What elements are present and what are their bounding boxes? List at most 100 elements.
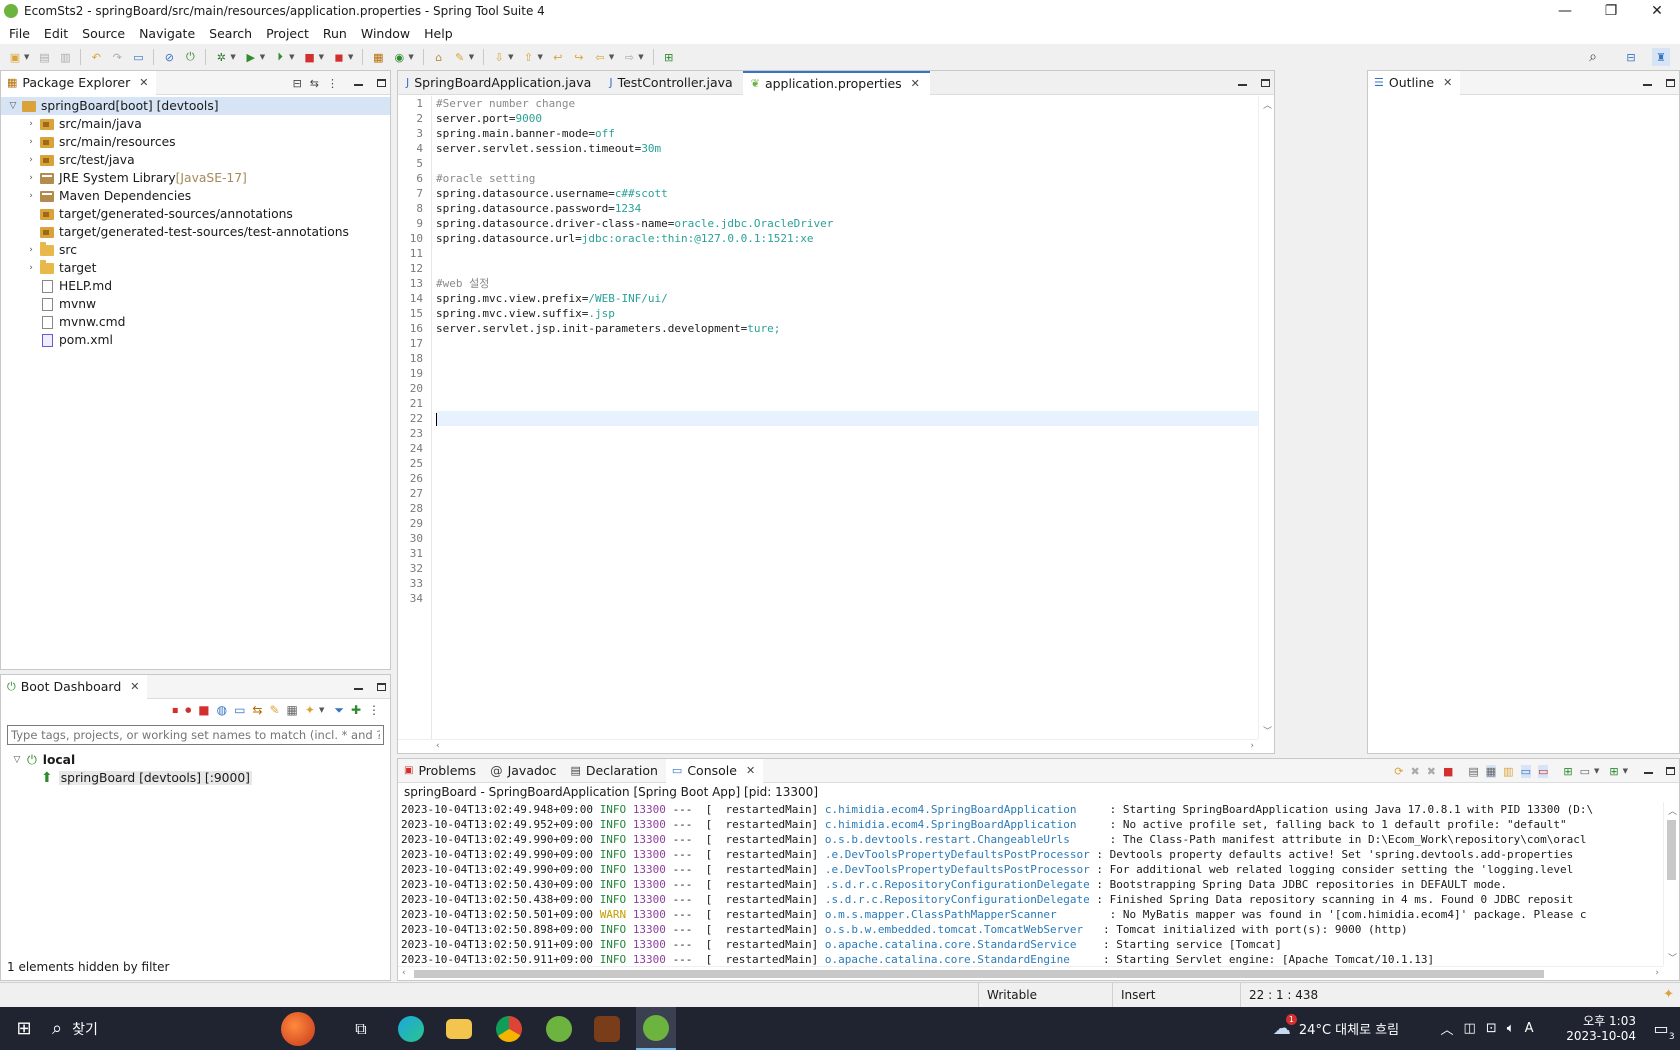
word-wrap-icon[interactable]: ▥ xyxy=(1503,765,1513,778)
tree-item[interactable]: pom.xml xyxy=(1,331,390,349)
code-line[interactable]: server.servlet.session.timeout=30m xyxy=(436,141,1258,156)
code-line[interactable]: spring.main.banner-mode=off xyxy=(436,126,1258,141)
tree-item[interactable]: mvnw xyxy=(1,295,390,313)
save-all-icon[interactable]: ▥ xyxy=(56,48,74,66)
code-line[interactable] xyxy=(436,261,1258,276)
console-vertical-scrollbar[interactable]: ︿ ﹀ xyxy=(1663,802,1679,966)
code-line[interactable] xyxy=(436,501,1258,516)
menu-search[interactable]: Search xyxy=(202,26,259,41)
tree-item[interactable]: › src/main/resources xyxy=(1,133,390,151)
code-line[interactable]: server.port=9000 xyxy=(436,111,1258,126)
view-menu-icon[interactable]: ⋮ xyxy=(368,703,380,717)
code-line[interactable] xyxy=(436,441,1258,456)
open-perspective-icon[interactable]: ⊟ xyxy=(1622,48,1640,66)
notification-center[interactable]: ▭ 3 xyxy=(1644,1007,1678,1050)
dropdown-arrow-icon[interactable]: ▼ xyxy=(408,53,413,61)
dropdown-arrow-icon[interactable]: ▼ xyxy=(508,53,513,61)
terminate-remove-icon[interactable]: ✖ xyxy=(1411,765,1420,778)
code-line[interactable]: server.servlet.jsp.init-parameters.devel… xyxy=(436,321,1258,336)
tree-item[interactable]: › src xyxy=(1,241,390,259)
code-line[interactable]: spring.datasource.username=c##scott xyxy=(436,186,1258,201)
boot-app-row[interactable]: ⬆ springBoard [devtools] [:9000] xyxy=(1,769,390,787)
close-icon[interactable]: ✕ xyxy=(911,77,920,90)
properties-icon[interactable]: ▦ xyxy=(287,703,298,717)
code-line[interactable] xyxy=(436,516,1258,531)
scroll-up-icon[interactable]: ︿ xyxy=(1263,98,1272,111)
close-icon[interactable]: ✕ xyxy=(746,764,755,777)
boot-filter-input[interactable] xyxy=(7,725,384,745)
tab-declaration[interactable]: ▤ Declaration xyxy=(564,759,665,783)
code-line[interactable] xyxy=(436,576,1258,591)
code-area[interactable]: #Server number change server.port=9000 spr… xyxy=(436,96,1258,739)
dropdown-arrow-icon[interactable]: ▼ xyxy=(319,706,324,714)
stop-icon[interactable]: ■ xyxy=(301,48,319,66)
tree-item[interactable]: › src/test/java xyxy=(1,151,390,169)
save-icon[interactable]: ▤ xyxy=(35,48,53,66)
code-line[interactable] xyxy=(436,456,1258,471)
code-line[interactable]: spring.mvc.view.prefix=/WEB-INF/ui/ xyxy=(436,291,1258,306)
run-icon[interactable]: ▶ xyxy=(242,48,260,66)
minimize-icon[interactable] xyxy=(1644,772,1653,774)
chevron-down-icon[interactable]: ▽ xyxy=(7,101,19,111)
scroll-right-icon[interactable]: › xyxy=(1655,968,1659,978)
pin-console-icon[interactable]: ⊞ xyxy=(1563,765,1572,778)
code-line[interactable] xyxy=(436,486,1258,501)
open-console-icon[interactable]: ▭ xyxy=(234,703,245,717)
taskbar-game[interactable] xyxy=(592,1007,622,1050)
scroll-left-icon[interactable]: ‹ xyxy=(436,741,440,751)
skip-breakpoints-icon[interactable]: ⊘ xyxy=(160,48,178,66)
tab-application-properties[interactable]: ❦ application.properties ✕ xyxy=(742,70,930,95)
pin-editor-icon[interactable]: ⊞ xyxy=(660,48,678,66)
code-line[interactable] xyxy=(436,546,1258,561)
tree-item[interactable]: target/generated-sources/annotations xyxy=(1,205,390,223)
network-icon[interactable]: ⊡ xyxy=(1486,1021,1497,1036)
forward-icon[interactable]: ⇨ xyxy=(620,48,638,66)
code-line[interactable] xyxy=(436,411,1258,426)
dropdown-arrow-icon[interactable]: ▼ xyxy=(24,53,29,61)
menu-run[interactable]: Run xyxy=(316,26,354,41)
redo-icon[interactable]: ↷ xyxy=(108,48,126,66)
tree-item[interactable]: › src/main/java xyxy=(1,115,390,133)
tab-problems[interactable]: ▣ Problems xyxy=(398,759,484,783)
terminal-icon[interactable]: ▭ xyxy=(129,48,147,66)
scroll-thumb[interactable] xyxy=(1667,820,1676,880)
task-view-button[interactable]: ⧉ xyxy=(346,1007,376,1050)
tree-item[interactable]: ▽ springBoard [boot] [devtools] xyxy=(1,97,390,115)
code-line[interactable] xyxy=(436,426,1258,441)
new-package-icon[interactable]: ▦ xyxy=(369,48,387,66)
chevron-right-icon[interactable]: › xyxy=(25,191,37,201)
chevron-right-icon[interactable]: › xyxy=(25,155,37,165)
undo-icon[interactable]: ↶ xyxy=(87,48,105,66)
dropdown-arrow-icon[interactable]: ▼ xyxy=(348,53,353,61)
console-horizontal-scrollbar[interactable]: ‹ › xyxy=(398,966,1663,980)
code-line[interactable] xyxy=(436,561,1258,576)
tree-item[interactable]: › Maven Dependencies xyxy=(1,187,390,205)
menu-navigate[interactable]: Navigate xyxy=(132,26,202,41)
code-line[interactable]: #web 설정 xyxy=(436,276,1258,291)
restore-button[interactable]: ❐ xyxy=(1588,0,1634,22)
previous-annotation-icon[interactable]: ⇧ xyxy=(520,48,538,66)
tree-item[interactable]: mvnw.cmd xyxy=(1,313,390,331)
taskbar-edge[interactable] xyxy=(396,1007,426,1050)
dropdown-arrow-icon[interactable]: ▼ xyxy=(469,53,474,61)
add-icon[interactable]: ✚ xyxy=(351,703,361,717)
close-button[interactable]: ✕ xyxy=(1634,0,1680,22)
code-line[interactable] xyxy=(436,471,1258,486)
close-icon[interactable]: ✕ xyxy=(130,680,139,693)
taskbar-file-explorer[interactable] xyxy=(444,1007,474,1050)
code-line[interactable] xyxy=(436,396,1258,411)
show-on-stdout-icon[interactable]: ▭ xyxy=(1520,764,1531,778)
debug-icon[interactable]: ✲ xyxy=(212,48,230,66)
minimize-icon[interactable] xyxy=(1643,84,1652,86)
code-line[interactable] xyxy=(436,336,1258,351)
next-annotation-icon[interactable]: ⇩ xyxy=(490,48,508,66)
code-line[interactable] xyxy=(436,531,1258,546)
stop-icon[interactable]: ■ xyxy=(198,703,209,717)
boot-group-local[interactable]: ▽ ⏻ local xyxy=(1,751,390,769)
terminate-icon[interactable]: ■ xyxy=(1443,765,1453,778)
code-line[interactable] xyxy=(436,156,1258,171)
tab-console[interactable]: ▭ Console ✕ xyxy=(665,758,764,783)
last-edit-icon[interactable]: ↩ xyxy=(549,48,567,66)
dropdown-arrow-icon[interactable]: ▼ xyxy=(289,53,294,61)
scroll-up-icon[interactable]: ︿ xyxy=(1668,804,1677,817)
